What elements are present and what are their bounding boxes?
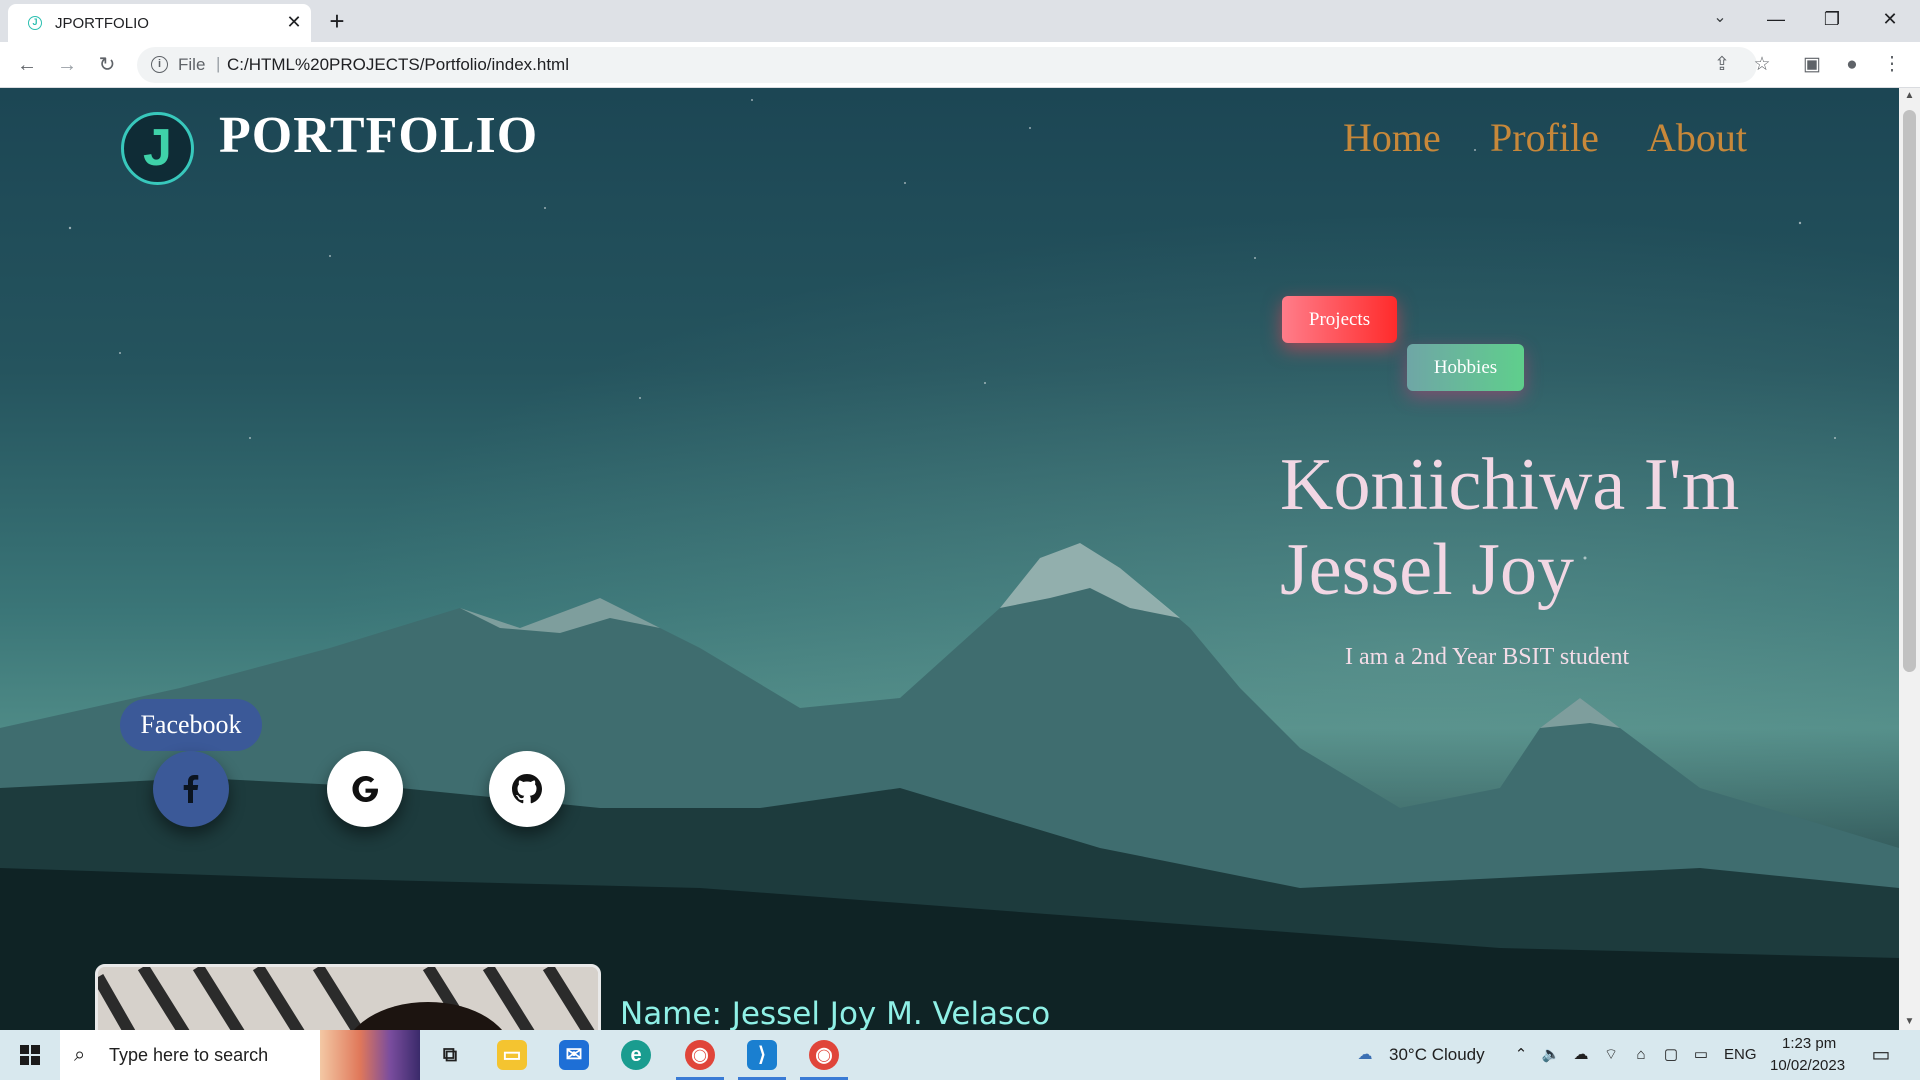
page-scrollbar[interactable]: ▲ ▼ xyxy=(1899,88,1920,1030)
side-panel-icon[interactable]: ▣ xyxy=(1797,50,1827,80)
taskbar-search[interactable]: ⌕ Type here to search xyxy=(60,1030,420,1080)
reload-icon[interactable]: ↻ xyxy=(92,50,122,80)
notifications-icon[interactable]: ▭ xyxy=(1866,1044,1896,1066)
volume-icon[interactable]: 🔈 xyxy=(1540,1044,1562,1066)
nav-home[interactable]: Home xyxy=(1343,114,1441,161)
hero-subtitle: I am a 2nd Year BSIT student xyxy=(1345,644,1630,670)
facebook-icon xyxy=(183,775,199,803)
taskbar: ⌕ Type here to search ⧉ ▭ ✉ e ◉ ⟩ ◉ ☁ 30… xyxy=(0,1030,1920,1080)
url-text[interactable]: C:/HTML%20PROJECTS/Portfolio/index.html xyxy=(227,55,569,75)
info-icon[interactable]: i xyxy=(151,56,168,73)
scrollbar-thumb[interactable] xyxy=(1903,110,1916,672)
github-icon xyxy=(512,774,542,804)
page-viewport: J PORTFOLIO Home Profile About Projects … xyxy=(0,88,1899,1030)
file-explorer-icon[interactable]: ▭ xyxy=(482,1030,542,1080)
hero-name: Jessel Joy xyxy=(1280,529,1574,611)
scroll-down-icon[interactable]: ▼ xyxy=(1899,1014,1920,1030)
close-window-icon[interactable]: ✕ xyxy=(1862,0,1918,38)
search-icon: ⌕ xyxy=(74,1044,86,1066)
vscode-icon[interactable]: ⟩ xyxy=(732,1030,792,1080)
chrome-icon[interactable]: ◉ xyxy=(794,1030,854,1080)
menu-icon[interactable]: ⋮ xyxy=(1877,50,1907,80)
nav-profile[interactable]: Profile xyxy=(1490,114,1599,161)
network-icon[interactable]: ⌔ xyxy=(1600,1044,1622,1066)
github-link[interactable] xyxy=(489,751,565,827)
search-placeholder: Type here to search xyxy=(109,1045,269,1065)
mail-icon[interactable]: ✉ xyxy=(544,1030,604,1080)
google-icon xyxy=(352,776,378,802)
hobbies-button[interactable]: Hobbies xyxy=(1407,344,1524,391)
chrome-profile-icon[interactable]: ◉ xyxy=(670,1030,730,1080)
site-title: PORTFOLIO xyxy=(219,107,539,164)
profile-icon[interactable]: ● xyxy=(1837,50,1867,80)
meet-now-icon[interactable]: ⌂ xyxy=(1630,1044,1652,1066)
weather-text[interactable]: 30°C Cloudy xyxy=(1389,1045,1485,1065)
profile-name: Name: Jessel Joy M. Velasco xyxy=(620,996,1051,1030)
windows-icon xyxy=(20,1045,40,1065)
site-logo[interactable]: J xyxy=(121,112,194,185)
onedrive-icon[interactable]: ☁ xyxy=(1570,1044,1592,1066)
edge-icon[interactable]: e xyxy=(606,1030,666,1080)
address-bar[interactable]: i File | C:/HTML%20PROJECTS/Portfolio/in… xyxy=(137,47,1757,83)
tab-search-icon[interactable]: ⌄ xyxy=(1708,6,1732,30)
address-prefix: File xyxy=(178,55,206,74)
bookmark-star-icon[interactable]: ☆ xyxy=(1747,50,1777,80)
favicon-icon: J xyxy=(28,16,42,30)
clock-date[interactable]: 10/02/2023 xyxy=(1770,1057,1845,1074)
search-highlight-image xyxy=(320,1030,420,1080)
address-separator: | xyxy=(216,54,221,73)
show-hidden-icons[interactable]: ⌃ xyxy=(1510,1044,1532,1066)
profile-photo xyxy=(95,964,601,1030)
weather-cloud-icon[interactable]: ☁ xyxy=(1350,1044,1380,1066)
google-link[interactable] xyxy=(327,751,403,827)
tab-title: JPORTFOLIO xyxy=(55,15,149,32)
scroll-up-icon[interactable]: ▲ xyxy=(1899,88,1920,104)
task-view-icon[interactable]: ⧉ xyxy=(420,1030,480,1080)
start-button[interactable] xyxy=(0,1030,60,1080)
projects-button[interactable]: Projects xyxy=(1282,296,1397,343)
forward-icon[interactable]: → xyxy=(52,50,82,80)
photo-image xyxy=(98,967,598,1030)
restore-icon[interactable]: ❐ xyxy=(1804,0,1860,38)
device-icon[interactable]: ▢ xyxy=(1660,1044,1682,1066)
share-icon[interactable]: ⇪ xyxy=(1707,50,1737,80)
back-icon[interactable]: ← xyxy=(12,50,42,80)
new-tab-button[interactable]: + xyxy=(322,6,352,36)
browser-tab[interactable]: J JPORTFOLIO ✕ xyxy=(8,4,311,42)
nav-about[interactable]: About xyxy=(1647,114,1747,161)
battery-icon[interactable]: ▭ xyxy=(1690,1044,1712,1066)
facebook-tooltip: Facebook xyxy=(120,699,262,751)
browser-toolbar: ← → ↻ i File | C:/HTML%20PROJECTS/Portfo… xyxy=(0,42,1920,88)
tab-strip: J JPORTFOLIO ✕ + ⌄ — ❐ ✕ xyxy=(0,0,1920,42)
clock-time[interactable]: 1:23 pm xyxy=(1782,1035,1836,1052)
facebook-link[interactable] xyxy=(153,751,229,827)
minimize-icon[interactable]: — xyxy=(1748,0,1804,38)
tab-close-icon[interactable]: ✕ xyxy=(284,12,304,32)
mountain-background xyxy=(0,99,1899,1030)
language-indicator[interactable]: ENG xyxy=(1724,1046,1757,1063)
hero-greeting: Koniichiwa I'm xyxy=(1280,444,1740,526)
